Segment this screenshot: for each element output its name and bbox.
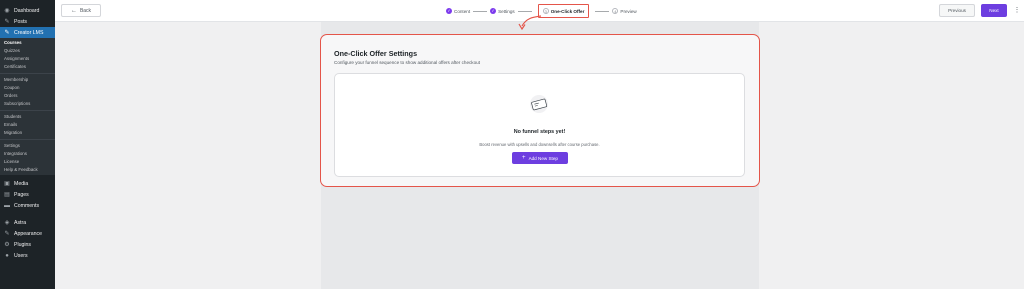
step-label: Settings [498, 8, 515, 14]
annotation-arrow-icon [518, 15, 542, 31]
plus-icon: + [522, 155, 526, 161]
submenu-item-subscriptions[interactable]: Subscriptions [0, 100, 55, 108]
sidebar-item-comments[interactable]: ▬ Comments [0, 200, 55, 211]
step-connector [595, 10, 610, 12]
empty-state: No funnel steps yet! Boost revenue with … [334, 73, 745, 177]
appearance-icon: ✎ [4, 230, 10, 237]
step-label: Preview [620, 8, 637, 14]
more-options-icon[interactable]: ⋮ [1013, 4, 1021, 17]
media-icon: ▣ [4, 180, 10, 187]
comments-icon: ▬ [4, 202, 10, 209]
ticket-icon [530, 95, 548, 113]
step-connector [473, 10, 488, 12]
submenu-item-emails[interactable]: Emails [0, 121, 55, 129]
back-button[interactable]: ← Back [61, 4, 101, 17]
sidebar-item-label: Appearance [14, 230, 42, 237]
app-root: ◉ Dashboard ✎ Posts ✎ Creator LMS Courses Quiz… [0, 0, 1024, 289]
submenu-item-coupon[interactable]: Coupon [0, 84, 55, 92]
step-one-click-offer[interactable]: 3 One-Click Offer [537, 4, 590, 18]
step-settings[interactable]: ✓ Settings [490, 8, 515, 14]
sidebar-item-label: Comments [14, 202, 40, 209]
sidebar-item-label: Media [14, 180, 29, 187]
add-new-step-button[interactable]: + Add New Step [512, 152, 568, 164]
submenu-item-membership[interactable]: Membership [0, 76, 55, 84]
sidebar-item-media[interactable]: ▣ Media [0, 178, 55, 189]
creator-lms-submenu: Courses Quizzes Assignments Certificates Me… [0, 38, 55, 175]
card-subtitle: Configure your funnel sequence to show a… [334, 60, 480, 65]
submenu-item-assignments[interactable]: Assignments [0, 55, 55, 63]
sidebar-item-dashboard[interactable]: ◉ Dashboard [0, 5, 55, 16]
sidebar-item-plugins[interactable]: ⚙ Plugins [0, 239, 55, 250]
lms-icon: ✎ [4, 29, 10, 36]
submenu-item-students[interactable]: Students [0, 113, 55, 121]
sidebar-item-posts[interactable]: ✎ Posts [0, 16, 55, 27]
sidebar-item-label: Pages [14, 191, 29, 198]
main-area: ← Back ✓ Content ✓ Settings 3 One-Click … [55, 0, 1024, 289]
submenu-item-orders[interactable]: Orders [0, 92, 55, 100]
empty-state-title: No funnel steps yet! [513, 129, 566, 135]
sidebar-item-users[interactable]: ● Users [0, 250, 55, 261]
check-icon: ✓ [490, 8, 497, 14]
submenu-divider [0, 73, 55, 74]
sidebar-item-pages[interactable]: ▤ Pages [0, 189, 55, 200]
sidebar-item-label: Astra [14, 219, 27, 226]
sidebar-item-appearance[interactable]: ✎ Appearance [0, 228, 55, 239]
sidebar-item-label: Dashboard [14, 7, 40, 14]
empty-state-description: Boost revenue with upsells and downsells… [479, 142, 600, 147]
submenu-item-courses[interactable]: Courses [0, 39, 55, 47]
submenu-item-license[interactable]: License [0, 158, 55, 166]
step-preview[interactable]: 4 Preview [612, 8, 637, 14]
arrow-left-icon: ← [70, 7, 77, 14]
check-icon: ✓ [446, 8, 452, 14]
step-number: 3 [542, 8, 549, 14]
submenu-item-help-feedback[interactable]: Help & Feedback [0, 166, 55, 174]
pages-icon: ▤ [4, 191, 10, 198]
sidebar-item-creator-lms[interactable]: ✎ Creator LMS [0, 27, 55, 38]
submenu-item-migration[interactable]: Migration [0, 129, 55, 137]
submenu-item-settings[interactable]: Settings [0, 142, 55, 150]
step-number: 4 [612, 8, 619, 14]
plugins-icon: ⚙ [4, 241, 10, 248]
back-button-label: Back [79, 7, 92, 14]
one-click-offer-card: One-Click Offer Settings Configure your … [320, 34, 760, 187]
previous-button[interactable]: Previous [939, 4, 975, 17]
step-connector [517, 10, 532, 12]
submenu-item-quizzes[interactable]: Quizzes [0, 47, 55, 55]
add-new-step-label: Add New Step [528, 155, 558, 161]
sidebar-item-label: Users [14, 252, 28, 259]
astra-icon: ◈ [4, 219, 10, 226]
next-button[interactable]: Next [981, 4, 1007, 17]
dashboard-icon: ◉ [4, 7, 10, 14]
pin-icon: ✎ [4, 18, 10, 25]
submenu-divider [0, 139, 55, 140]
step-label: Content [454, 8, 471, 14]
submenu-item-integrations[interactable]: Integrations [0, 150, 55, 158]
sidebar-item-label: Plugins [14, 241, 32, 248]
sidebar-item-astra[interactable]: ◈ Astra [0, 217, 55, 228]
submenu-item-certificates[interactable]: Certificates [0, 63, 55, 71]
sidebar-item-label: Posts [14, 18, 27, 25]
submenu-divider [0, 110, 55, 111]
step-label: One-Click Offer [550, 8, 585, 14]
step-content[interactable]: ✓ Content [446, 8, 470, 14]
sidebar-item-label: Creator LMS [14, 29, 44, 36]
admin-sidebar: ◉ Dashboard ✎ Posts ✎ Creator LMS Courses Quiz… [0, 0, 55, 289]
card-title: One-Click Offer Settings [334, 49, 418, 58]
users-icon: ● [5, 252, 9, 259]
